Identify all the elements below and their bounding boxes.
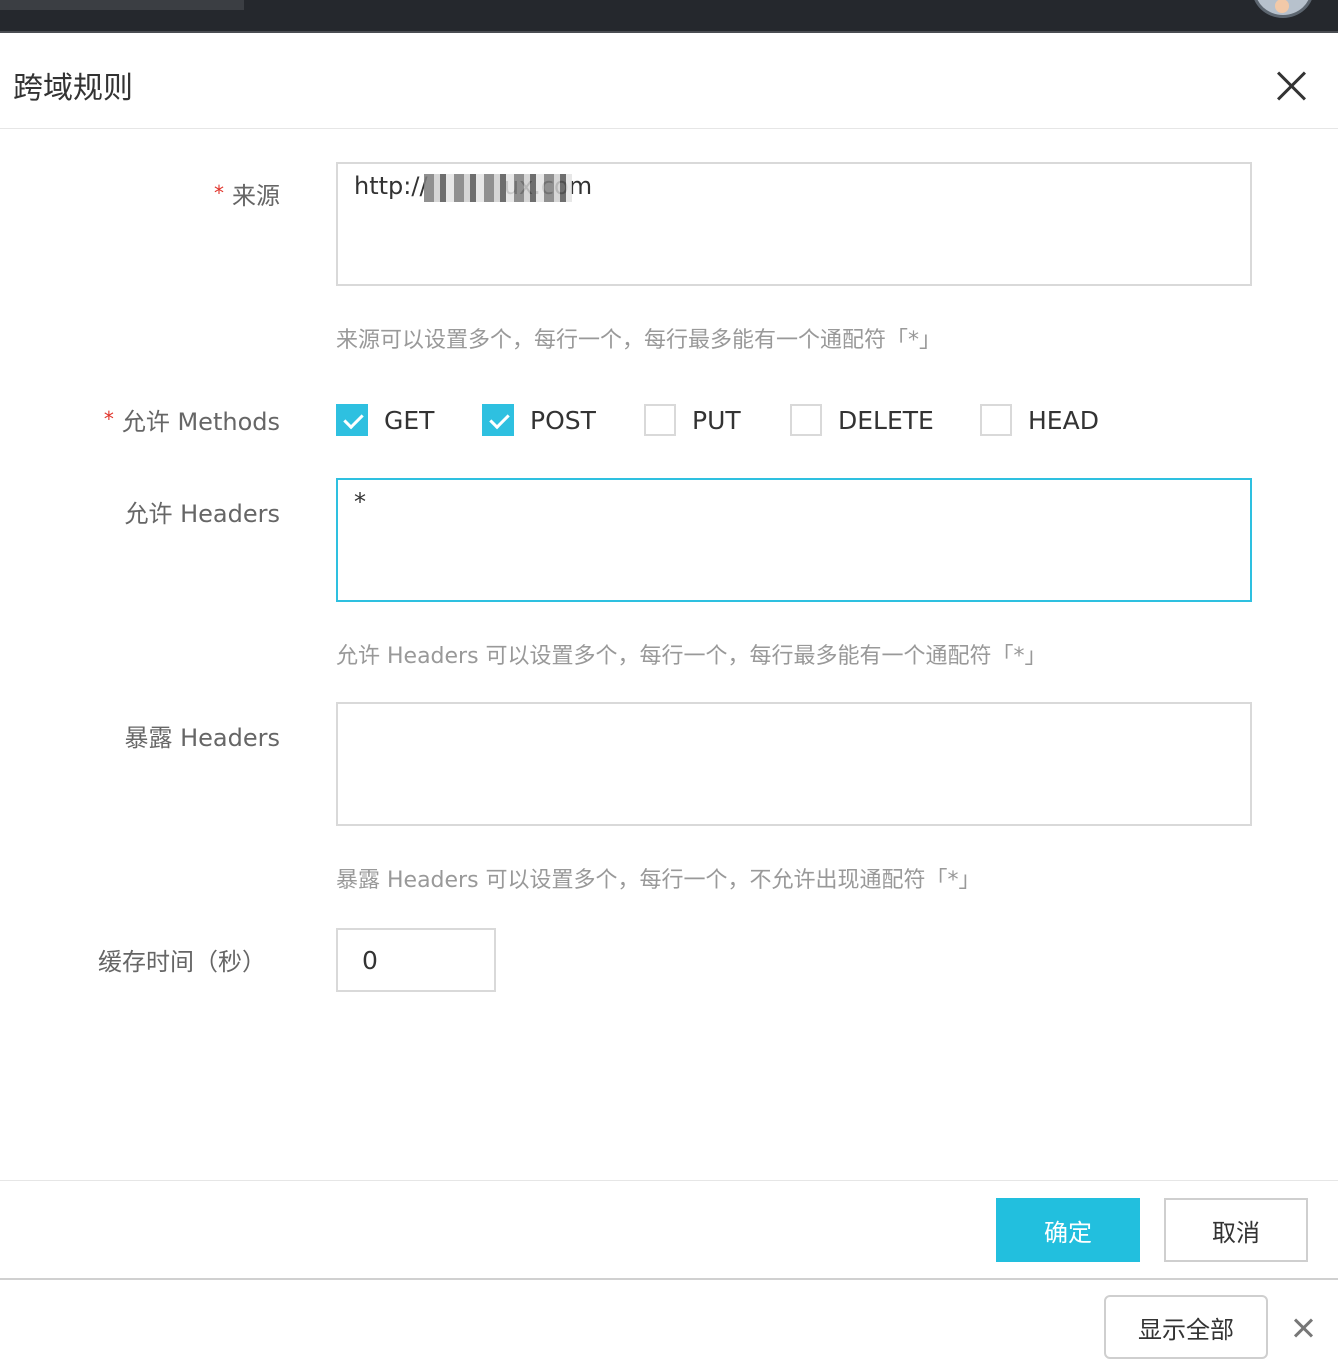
origin-label: * 来源 — [214, 176, 280, 211]
methods-label: * 允许 Methods — [104, 402, 280, 437]
method-delete[interactable]: DELETE — [790, 402, 934, 438]
show-all-button[interactable]: 显示全部 — [1104, 1295, 1268, 1359]
method-post[interactable]: POST — [482, 402, 596, 438]
checkbox-put[interactable] — [644, 404, 676, 436]
checkbox-post[interactable] — [482, 404, 514, 436]
method-put-label: PUT — [692, 405, 741, 435]
origin-label-text: 来源 — [232, 182, 280, 210]
checkbox-delete[interactable] — [790, 404, 822, 436]
expose-headers-label: 暴露 Headers — [124, 724, 280, 752]
footer-divider — [0, 1180, 1338, 1181]
redacted-mask — [424, 174, 572, 202]
dialog-title: 跨域规则 — [13, 71, 133, 106]
top-nav-bar — [0, 0, 1338, 33]
method-get-label: GET — [384, 405, 435, 435]
user-avatar[interactable] — [1252, 0, 1314, 18]
confirm-button[interactable]: 确定 — [996, 1198, 1140, 1262]
methods-label-text: 允许 Methods — [121, 408, 280, 436]
allow-headers-label: 允许 Headers — [124, 500, 280, 528]
method-delete-label: DELETE — [838, 405, 934, 435]
bottom-download-bar: 显示全部 — [0, 1278, 1338, 1368]
tab-strip[interactable] — [0, 0, 244, 10]
cache-time-input[interactable] — [336, 928, 496, 992]
expose-headers-hint: 暴露 Headers 可以设置多个，每行一个，不允许出现通配符「*」 — [336, 868, 981, 893]
origin-hint: 来源可以设置多个，每行一个，每行最多能有一个通配符「*」 — [336, 328, 942, 353]
dialog-header: 跨域规则 — [0, 35, 1338, 129]
method-put[interactable]: PUT — [644, 402, 741, 438]
method-head[interactable]: HEAD — [980, 402, 1099, 438]
checkbox-get[interactable] — [336, 404, 368, 436]
cancel-button[interactable]: 取消 — [1164, 1198, 1308, 1262]
expose-headers-input[interactable] — [336, 702, 1252, 826]
allow-headers-input[interactable] — [336, 478, 1252, 602]
required-mark: * — [214, 181, 224, 205]
cache-time-label: 缓存时间（秒） — [98, 948, 266, 976]
allow-headers-hint: 允许 Headers 可以设置多个，每行一个，每行最多能有一个通配符「*」 — [336, 644, 1047, 669]
method-head-label: HEAD — [1028, 405, 1099, 435]
required-mark: * — [103, 407, 114, 431]
method-post-label: POST — [530, 405, 596, 435]
method-get[interactable]: GET — [336, 402, 434, 438]
checkbox-head[interactable] — [980, 404, 1012, 436]
close-icon[interactable] — [1270, 65, 1314, 109]
close-bar-icon[interactable] — [1292, 1316, 1316, 1340]
